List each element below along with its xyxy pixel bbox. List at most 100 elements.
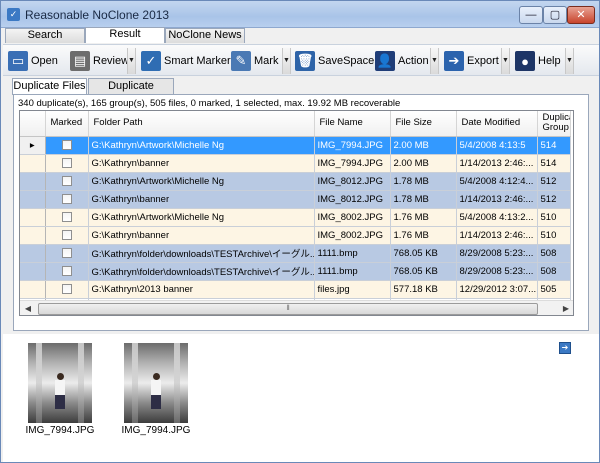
folder-path-cell[interactable]: G:\Kathryn\banner [88, 190, 315, 209]
scroll-right-arrow[interactable]: ▶ [558, 301, 573, 315]
table-row[interactable]: ▸ G:\Kathryn\Artwork\Michelle Ng IMG_7994.… [20, 136, 571, 155]
row-selector[interactable] [20, 172, 46, 191]
tab-duplicate-folders[interactable]: Duplicate Folders [88, 78, 174, 107]
marked-checkbox-cell[interactable] [45, 280, 89, 299]
date-modified-cell[interactable]: 1/14/2013 2:46:... [456, 154, 538, 173]
date-modified-cell[interactable]: 8/29/2008 5:23:... [456, 244, 538, 263]
duplicate-group-cell[interactable]: 505 [537, 280, 571, 299]
open-button[interactable]: ▭ Open [8, 48, 58, 74]
folder-path-cell[interactable]: G:\Kathryn\2013 banner [88, 280, 315, 299]
mark-checkbox[interactable] [61, 247, 72, 258]
table-row[interactable]: G:\Kathryn\banner IMG_8012.JPG 1.78 MB 1/14… [20, 190, 571, 209]
marked-checkbox-cell[interactable] [45, 244, 89, 263]
date-modified-cell[interactable]: 5/4/2008 4:13:2... [456, 208, 538, 227]
file-name-cell[interactable]: IMG_7994.JPG [314, 154, 391, 173]
folder-path-cell[interactable]: G:\Kathryn\folder\downloads\TESTArchive\… [88, 244, 315, 263]
duplicate-group-cell[interactable]: 510 [537, 226, 571, 245]
marked-checkbox-cell[interactable] [45, 154, 89, 173]
review-button[interactable]: ▤ Review [70, 48, 129, 74]
mark-checkbox[interactable] [61, 139, 72, 150]
tab-duplicate-files[interactable]: Duplicate Files [12, 78, 87, 95]
row-selector[interactable] [20, 280, 46, 299]
date-modified-cell[interactable]: 1/14/2013 2:46:... [456, 226, 538, 245]
folder-path-cell[interactable]: G:\Kathryn\banner [88, 154, 315, 173]
file-name-cell[interactable]: 1111.bmp [314, 244, 391, 263]
folder-path-cell[interactable]: G:\Kathryn\Artwork\Michelle Ng [88, 172, 315, 191]
row-selector[interactable] [20, 208, 46, 227]
export-dropdown[interactable]: ▼ [501, 48, 510, 74]
row-selector[interactable] [20, 262, 46, 281]
marked-checkbox-cell[interactable] [45, 136, 89, 155]
marked-checkbox-cell[interactable] [45, 208, 89, 227]
file-name-cell[interactable]: IMG_7994.JPG [314, 136, 391, 155]
date-modified-cell[interactable]: 8/29/2008 5:23:... [456, 262, 538, 281]
row-selector[interactable] [20, 244, 46, 263]
tab-result[interactable]: Result [85, 27, 165, 43]
marked-checkbox-cell[interactable] [45, 262, 89, 281]
mark-checkbox[interactable] [61, 193, 72, 204]
row-selector[interactable] [20, 226, 46, 245]
table-row[interactable]: G:\Kathryn\Artwork\Michelle Ng IMG_8002.J… [20, 208, 571, 227]
table-row[interactable]: G:\Kathryn\banner IMG_8002.JPG 1.76 MB 1/14… [20, 226, 571, 245]
minimize-button[interactable]: — [519, 6, 543, 24]
mark-dropdown[interactable]: ▼ [282, 48, 291, 74]
folder-path-cell[interactable]: G:\Kathryn\folder\downloads\TESTArchive\… [88, 262, 315, 281]
folder-path-cell[interactable]: G:\Kathryn\Artwork\Michelle Ng [88, 208, 315, 227]
file-name-cell[interactable]: IMG_8012.JPG [314, 190, 391, 209]
row-selector[interactable] [20, 190, 46, 209]
file-name-cell[interactable]: 1111.bmp [314, 262, 391, 281]
maximize-button[interactable]: ▢ [543, 6, 567, 24]
help-button[interactable]: ● Help [515, 48, 561, 74]
date-modified-cell[interactable]: 5/4/2008 4:13:5 [456, 136, 538, 155]
help-dropdown[interactable]: ▼ [565, 48, 574, 74]
duplicate-group-cell[interactable]: 512 [537, 190, 571, 209]
marked-checkbox-cell[interactable] [45, 226, 89, 245]
file-size-cell[interactable]: 1.78 MB [390, 190, 457, 209]
file-size-cell[interactable]: 2.00 MB [390, 136, 457, 155]
col-date-modified[interactable]: Date Modified [456, 111, 538, 137]
col-file-name[interactable]: File Name [314, 111, 391, 137]
mark-button[interactable]: ✎ Mark [231, 48, 278, 74]
marked-checkbox-cell[interactable] [45, 190, 89, 209]
file-size-cell[interactable]: 1.78 MB [390, 172, 457, 191]
savespace-button[interactable]: 🗑 SaveSpace [295, 48, 374, 74]
review-dropdown[interactable]: ▼ [127, 48, 136, 74]
duplicate-group-cell[interactable]: 514 [537, 136, 571, 155]
duplicate-group-cell[interactable]: 508 [537, 244, 571, 263]
row-selector[interactable]: ▸ [20, 136, 46, 155]
table-row[interactable]: G:\Kathryn\banner IMG_7994.JPG 2.00 MB 1/14… [20, 154, 571, 173]
file-size-cell[interactable]: 768.05 KB [390, 244, 457, 263]
marked-checkbox-cell[interactable] [45, 172, 89, 191]
table-row[interactable]: G:\Kathryn\folder\downloads\TESTArchive\… [20, 262, 571, 281]
tab-noclone-news[interactable]: NoClone News [165, 28, 245, 43]
export-button[interactable]: ➔ Export [444, 48, 499, 74]
horizontal-scroll-thumb[interactable]: ⦀ [38, 303, 538, 315]
duplicates-grid[interactable]: Marked Folder Path File Name File Size D… [19, 110, 574, 316]
file-size-cell[interactable]: 1.76 MB [390, 208, 457, 227]
smart-marker-button[interactable]: ✓ Smart Marker [141, 48, 231, 74]
mark-checkbox[interactable] [61, 229, 72, 240]
date-modified-cell[interactable]: 1/14/2013 2:46:... [456, 190, 538, 209]
file-name-cell[interactable]: IMG_8002.JPG [314, 226, 391, 245]
table-row[interactable]: G:\Kathryn\2013 banner files.jpg 577.18 KB… [20, 280, 571, 299]
file-size-cell[interactable]: 1.76 MB [390, 226, 457, 245]
horizontal-scrollbar[interactable]: ◀ ⦀ ▶ [20, 300, 573, 315]
export-preview-icon[interactable]: ➔ [559, 342, 571, 354]
file-name-cell[interactable]: IMG_8002.JPG [314, 208, 391, 227]
file-size-cell[interactable]: 2.00 MB [390, 154, 457, 173]
preview-thumbnail[interactable] [124, 343, 188, 423]
action-button[interactable]: 👤 Action [375, 48, 429, 74]
mark-checkbox[interactable] [61, 157, 72, 168]
file-size-cell[interactable]: 768.05 KB [390, 262, 457, 281]
row-selector[interactable] [20, 154, 46, 173]
date-modified-cell[interactable]: 12/29/2012 3:07... [456, 280, 538, 299]
table-row[interactable]: G:\Kathryn\folder\downloads\TESTArchive\… [20, 244, 571, 263]
duplicate-group-cell[interactable]: 514 [537, 154, 571, 173]
mark-checkbox[interactable] [61, 211, 72, 222]
action-dropdown[interactable]: ▼ [430, 48, 439, 74]
close-button[interactable]: ✕ [567, 6, 595, 24]
scroll-left-arrow[interactable]: ◀ [20, 301, 36, 315]
duplicate-group-cell[interactable]: 512 [537, 172, 571, 191]
date-modified-cell[interactable]: 5/4/2008 4:12:4... [456, 172, 538, 191]
duplicate-group-cell[interactable]: 510 [537, 208, 571, 227]
